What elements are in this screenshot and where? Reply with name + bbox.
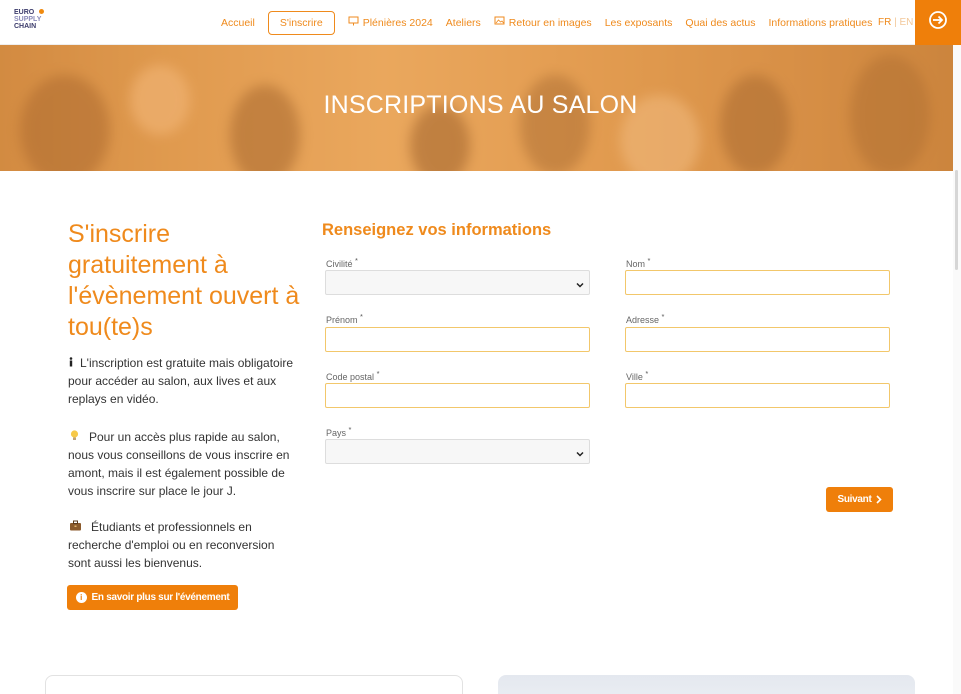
code-postal-label-text: Code postal xyxy=(326,372,375,382)
ville-label: Ville * xyxy=(626,369,648,382)
civilite-label-text: Civilité xyxy=(326,259,353,269)
hero-banner: INSCRIPTIONS AU SALON xyxy=(0,45,961,171)
briefcase-icon xyxy=(69,518,82,536)
lang-separator: | xyxy=(894,17,897,28)
main-nav: Accueil S'inscrire Plénières 2024 Atelie… xyxy=(221,10,885,35)
lang-en[interactable]: EN xyxy=(900,17,914,28)
top-header: EURO SUPPLY CHAIN Accueil S'inscrire Plé… xyxy=(0,0,961,45)
nav-exposants[interactable]: Les exposants xyxy=(605,17,673,29)
nom-input[interactable] xyxy=(625,270,890,295)
nav-exposants-label: Les exposants xyxy=(604,16,673,29)
image-icon xyxy=(494,16,505,29)
required-mark: * xyxy=(661,312,665,321)
sign-in-arrow-icon xyxy=(928,10,948,35)
nav-quai-actus[interactable]: Quai des actus xyxy=(685,17,755,29)
learn-more-label: En savoir plus sur l'événement xyxy=(91,592,230,603)
chevron-right-icon xyxy=(875,495,882,504)
form-title: Renseignez vos informations xyxy=(322,221,552,239)
pays-select[interactable] xyxy=(325,439,590,464)
required-mark: * xyxy=(645,369,649,378)
hero-title: INSCRIPTIONS AU SALON xyxy=(323,91,638,119)
logo-line-2: SUPPLY xyxy=(14,16,42,23)
chevron-down-icon xyxy=(575,446,585,464)
lang-fr[interactable]: FR xyxy=(878,17,891,28)
nav-accueil[interactable]: Accueil xyxy=(221,17,255,29)
code-postal-label: Code postal * xyxy=(326,369,379,382)
ville-input[interactable] xyxy=(625,383,890,408)
logo-dot-icon xyxy=(39,9,44,14)
students-text: Étudiants et professionnels en recherche… xyxy=(68,520,275,570)
tip-text: Pour un accès plus rapide au salon, nous… xyxy=(68,430,290,498)
bottom-card-right xyxy=(498,675,915,694)
nom-label: Nom * xyxy=(626,256,650,269)
nom-label-text: Nom xyxy=(626,259,646,269)
students-paragraph: Étudiants et professionnels en recherche… xyxy=(68,518,296,572)
nav-retour-images[interactable]: Retour en images xyxy=(494,16,592,29)
next-label: Suivant xyxy=(837,494,872,505)
required-mark: * xyxy=(348,425,352,434)
nav-ateliers[interactable]: Ateliers xyxy=(446,17,481,29)
nav-quai-actus-label: Quai des actus xyxy=(685,16,756,29)
left-heading: S'inscrire gratuitement à l'évènement ou… xyxy=(68,220,300,341)
required-mark: * xyxy=(355,256,358,265)
prenom-input[interactable] xyxy=(325,327,590,352)
required-mark: * xyxy=(360,312,363,321)
lightbulb-icon xyxy=(70,428,79,446)
page-scrollbar[interactable] xyxy=(953,45,961,694)
nav-plenieres[interactable]: Plénières 2024 xyxy=(348,16,433,29)
adresse-input[interactable] xyxy=(625,327,890,352)
info-icon xyxy=(68,354,74,372)
info-paragraph: L'inscription est gratuite mais obligato… xyxy=(68,354,296,408)
bottom-card-left xyxy=(45,675,463,694)
prenom-label: Prénom * xyxy=(326,312,363,325)
learn-more-button[interactable]: i En savoir plus sur l'événement xyxy=(67,585,238,610)
nav-plenieres-label: Plénières 2024 xyxy=(362,16,433,29)
nav-infos-pratiques-label: Informations pratiques xyxy=(768,16,873,29)
nav-retour-images-label: Retour en images xyxy=(508,16,592,29)
info-text: L'inscription est gratuite mais obligato… xyxy=(68,356,294,406)
pays-label-text: Pays xyxy=(326,428,347,438)
chevron-down-icon xyxy=(575,277,585,295)
ville-label-text: Ville xyxy=(626,372,643,382)
pays-label: Pays * xyxy=(326,425,351,438)
login-button[interactable] xyxy=(915,0,961,45)
nav-sinscrire[interactable]: S'inscrire xyxy=(267,10,335,35)
nav-sinscrire-label: S'inscrire xyxy=(279,16,323,29)
tip-paragraph: Pour un accès plus rapide au salon, nous… xyxy=(68,428,296,500)
scrollbar-thumb[interactable] xyxy=(955,170,958,270)
adresse-label-text: Adresse xyxy=(626,315,660,325)
info-circle-icon: i xyxy=(75,592,87,603)
nav-infos-pratiques[interactable]: Informations pratiques xyxy=(768,17,872,29)
language-switcher: FR | EN xyxy=(878,17,913,28)
code-postal-input[interactable] xyxy=(325,383,590,408)
presentation-icon xyxy=(348,16,359,29)
required-mark: * xyxy=(376,369,380,378)
adresse-label: Adresse * xyxy=(626,312,664,325)
prenom-label-text: Prénom xyxy=(326,315,358,325)
euro-supply-chain-logo[interactable]: EURO SUPPLY CHAIN xyxy=(14,9,46,33)
required-mark: * xyxy=(647,256,651,265)
nav-ateliers-label: Ateliers xyxy=(445,16,481,29)
logo-line-3: CHAIN xyxy=(14,23,37,30)
civilite-label: Civilité * xyxy=(326,256,358,269)
civilite-select[interactable] xyxy=(325,270,590,295)
next-button[interactable]: Suivant xyxy=(826,487,893,512)
nav-accueil-label: Accueil xyxy=(221,16,255,29)
